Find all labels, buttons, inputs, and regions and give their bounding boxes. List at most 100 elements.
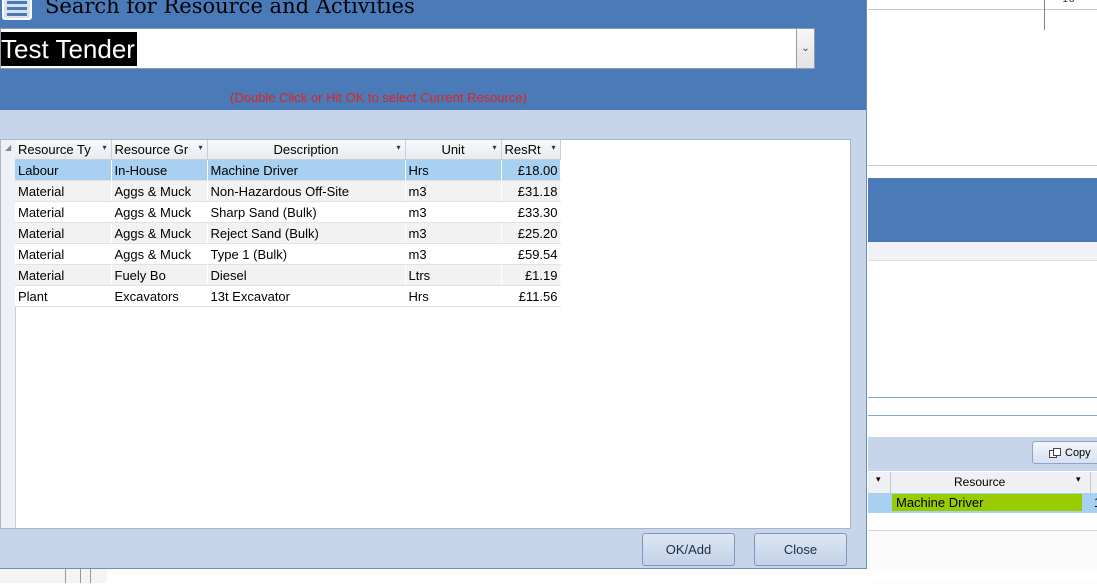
cell-resource-type[interactable]: Material: [15, 243, 111, 265]
copy-button[interactable]: Copy: [1032, 441, 1097, 464]
table-row[interactable]: Plant Excavators 13t Excavator Hrs £11.5…: [15, 285, 560, 307]
bg-divider: [1044, 0, 1045, 30]
copy-button-label: Copy: [1065, 447, 1091, 459]
cell-description[interactable]: Diesel: [207, 264, 405, 286]
bg-grid-row[interactable]: Machine Driver 1: [868, 493, 1097, 513]
table-header-row: Resource Ty ▾ Resource Gr ▾ Description ▾ U…: [15, 140, 561, 160]
cell-resrt[interactable]: £25.20: [501, 222, 560, 244]
column-header-label: Unit: [441, 142, 465, 157]
cell-resrt[interactable]: £33.30: [501, 201, 560, 223]
cell-resrt[interactable]: £59.54: [501, 243, 560, 265]
form-icon: [2, 0, 32, 20]
bg-subheader: [868, 242, 1097, 261]
column-divider: [1090, 472, 1091, 493]
cell-description[interactable]: Machine Driver: [207, 159, 405, 181]
sort-dropdown-icon[interactable]: ▾: [396, 143, 400, 152]
cell-resource-type[interactable]: Labour: [15, 159, 111, 181]
cell-resrt[interactable]: £31.18: [501, 180, 560, 202]
bg-divider: [80, 569, 81, 583]
combo-dropdown-icon[interactable]: ⌄: [796, 29, 814, 68]
column-header-description[interactable]: Description ▾: [207, 140, 406, 160]
cell-unit[interactable]: m3: [405, 222, 501, 244]
table-row[interactable]: Material Fuely Bo Diesel Ltrs £1.19: [15, 264, 560, 286]
cell-unit[interactable]: m3: [405, 180, 501, 202]
form-icon-line: [7, 13, 27, 16]
table-row[interactable]: Material Aggs & Muck Reject Sand (Bulk) …: [15, 222, 560, 244]
bg-bottom-field: [107, 569, 1097, 583]
cell-description[interactable]: Sharp Sand (Bulk): [207, 201, 405, 223]
select-all-icon[interactable]: ◢: [5, 143, 11, 152]
resource-cell-value: Machine Driver: [896, 495, 984, 510]
resource-column-header[interactable]: Resource: [954, 475, 1005, 489]
record-selector-column[interactable]: ◢: [1, 140, 16, 528]
column-header-resrt[interactable]: ResRt ▾: [501, 140, 561, 160]
cell-resource-type[interactable]: Material: [15, 201, 111, 223]
column-header-resource-type[interactable]: Resource Ty ▾: [15, 140, 112, 160]
sort-dropdown-icon[interactable]: ▾: [1076, 475, 1081, 485]
cell-unit[interactable]: m3: [405, 201, 501, 223]
cell-description[interactable]: Reject Sand (Bulk): [207, 222, 405, 244]
tender-combo-box[interactable]: Test Tender ⌄: [0, 28, 815, 69]
column-divider: [890, 472, 891, 493]
cell-resrt[interactable]: £1.19: [501, 264, 560, 286]
bg-divider: [65, 569, 66, 583]
sort-dropdown-icon[interactable]: ▾: [876, 475, 881, 485]
close-button[interactable]: Close: [754, 533, 847, 566]
column-header-label: Resource Gr: [114, 142, 189, 157]
cell-resrt[interactable]: £18.00: [501, 159, 560, 181]
search-dialog: Search for Resource and Activities Test …: [0, 0, 867, 569]
cell-resource-group[interactable]: Aggs & Muck: [111, 243, 207, 265]
instruction-hint: (Double Click or Hit OK to select Curren…: [230, 90, 527, 105]
cell-resource-group[interactable]: In-House: [111, 159, 207, 181]
table-row[interactable]: Material Aggs & Muck Sharp Sand (Bulk) m…: [15, 201, 560, 223]
resource-cell[interactable]: Machine Driver: [892, 494, 1082, 511]
dialog-header: Search for Resource and Activities Test …: [0, 0, 866, 110]
cell-unit[interactable]: Hrs: [405, 285, 501, 307]
bg-divider: [90, 569, 91, 583]
cell-resource-group[interactable]: Aggs & Muck: [111, 201, 207, 223]
sort-dropdown-icon[interactable]: ▾: [551, 143, 555, 152]
cell-description[interactable]: Non-Hazardous Off-Site: [207, 180, 405, 202]
table-row[interactable]: Material Aggs & Muck Type 1 (Bulk) m3 £5…: [15, 243, 560, 265]
ok-add-button[interactable]: OK/Add: [642, 533, 735, 566]
cell-unit[interactable]: Hrs: [405, 159, 501, 181]
bg-grid-header: ▾ Resource ▾: [868, 472, 1097, 494]
sort-dropdown-icon[interactable]: ▾: [198, 143, 202, 152]
sort-dropdown-icon[interactable]: ▾: [492, 143, 496, 152]
form-icon-line: [7, 7, 27, 10]
cell-resource-group[interactable]: Aggs & Muck: [111, 180, 207, 202]
bg-form-header: [868, 178, 1097, 242]
cell-unit[interactable]: Ltrs: [405, 264, 501, 286]
cell-resource-type[interactable]: Material: [15, 180, 111, 202]
sort-dropdown-icon[interactable]: ▾: [102, 143, 106, 152]
cell-description[interactable]: 13t Excavator: [207, 285, 405, 307]
bg-bottom-strip: [0, 569, 1097, 583]
table-body: Labour In-House Machine Driver Hrs £18.0…: [15, 159, 560, 307]
bg-divider: [868, 165, 1097, 166]
form-icon-line: [7, 1, 27, 4]
tender-combo-value[interactable]: Test Tender: [1, 32, 137, 66]
cell-resource-type[interactable]: Material: [15, 264, 111, 286]
table-row[interactable]: Labour In-House Machine Driver Hrs £18.0…: [15, 159, 560, 181]
cell-resource-group[interactable]: Excavators: [111, 285, 207, 307]
column-header-resource-group[interactable]: Resource Gr ▾: [111, 140, 208, 160]
bg-input-field[interactable]: [868, 397, 1097, 416]
cell-resource-type[interactable]: Plant: [15, 285, 111, 307]
cell-resrt[interactable]: £11.56: [501, 285, 560, 307]
table-row[interactable]: Material Aggs & Muck Non-Hazardous Off-S…: [15, 180, 560, 202]
cell-unit[interactable]: m3: [405, 243, 501, 265]
resource-datasheet[interactable]: ◢ Resource Ty ▾ Resource Gr ▾ Description ▾…: [0, 139, 851, 529]
bg-divider: [868, 9, 1097, 10]
column-header-unit[interactable]: Unit ▾: [405, 140, 502, 160]
column-header-label: Resource Ty: [18, 142, 91, 157]
bg-number: 16: [1062, 0, 1075, 5]
copy-icon: [1049, 448, 1061, 458]
column-header-label: ResRt: [504, 142, 541, 157]
cell-description[interactable]: Type 1 (Bulk): [207, 243, 405, 265]
resource-table: Resource Ty ▾ Resource Gr ▾ Description ▾ U…: [15, 140, 561, 307]
dialog-title: Search for Resource and Activities: [45, 0, 415, 18]
cell-resource-group[interactable]: Fuely Bo: [111, 264, 207, 286]
cell-resource-group[interactable]: Aggs & Muck: [111, 222, 207, 244]
cell-resource-type[interactable]: Material: [15, 222, 111, 244]
column-header-label: Description: [273, 142, 339, 157]
